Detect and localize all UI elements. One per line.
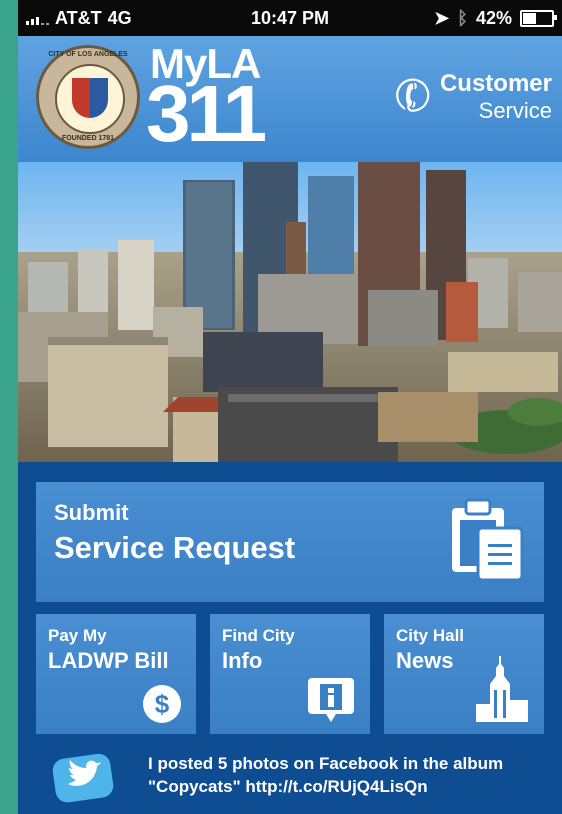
customer-service-line2: Service xyxy=(478,98,552,123)
twitter-feed[interactable]: I posted 5 photos on Facebook in the alb… xyxy=(18,744,562,814)
location-arrow-icon: ➤ xyxy=(434,7,450,28)
app-logo-311: 311 xyxy=(146,69,267,158)
app-header: CITY OF LOS ANGELES FOUNDED 1781 MyLA 31… xyxy=(18,36,562,162)
tweet-text: I posted 5 photos on Facebook in the alb… xyxy=(148,754,504,796)
pay-my-label: Pay My xyxy=(48,626,107,645)
info-bubble-icon xyxy=(308,678,354,722)
find-city-label: Find City xyxy=(222,626,295,645)
city-seal-logo: CITY OF LOS ANGELES FOUNDED 1781 xyxy=(36,45,140,149)
bluetooth-icon: ᛒ xyxy=(457,7,468,28)
city-hall-news-button[interactable]: City Hall News xyxy=(384,614,544,734)
find-city-info-button[interactable]: Find City Info xyxy=(210,614,370,734)
city-hall-icon xyxy=(476,656,528,722)
dollar-coin-icon: $ xyxy=(143,685,181,723)
status-right: ➤ ᛒ 42% xyxy=(434,7,557,29)
svg-text:$: $ xyxy=(155,689,170,719)
status-bar: AT&T 4G 10:47 PM ➤ ᛒ 42% xyxy=(18,0,562,36)
service-request-label: Service Request xyxy=(54,530,296,565)
ladwp-bill-label: LADWP Bill xyxy=(48,648,169,673)
clipboard-icon xyxy=(452,498,524,582)
customer-service-label: Customer Service xyxy=(440,70,552,124)
seal-text-bottom: FOUNDED 1781 xyxy=(61,135,115,142)
city-skyline-image xyxy=(18,162,562,462)
submit-label: Submit xyxy=(54,500,129,525)
phone-icon: ✆ xyxy=(387,67,440,126)
customer-service-line1: Customer xyxy=(439,70,552,97)
info-label: Info xyxy=(222,648,263,673)
battery-percent: 42% xyxy=(475,7,512,28)
twitter-bird-icon xyxy=(52,753,114,803)
main-menu: Submit Service Request Pay My LADWP Bill… xyxy=(18,462,562,814)
news-label: News xyxy=(396,648,454,673)
app-screen: AT&T 4G 10:47 PM ➤ ᛒ 42% CITY OF LOS ANG… xyxy=(18,0,562,814)
pay-ladwp-bill-button[interactable]: Pay My LADWP Bill $ xyxy=(36,614,196,734)
seal-shield xyxy=(72,78,108,118)
customer-service-button[interactable]: ✆ Customer Service xyxy=(388,67,552,126)
city-hall-label: City Hall xyxy=(396,626,465,645)
submit-service-request-button[interactable]: Submit Service Request xyxy=(36,482,544,602)
seal-text-top: CITY OF LOS ANGELES xyxy=(48,51,128,58)
battery-icon xyxy=(520,9,557,27)
